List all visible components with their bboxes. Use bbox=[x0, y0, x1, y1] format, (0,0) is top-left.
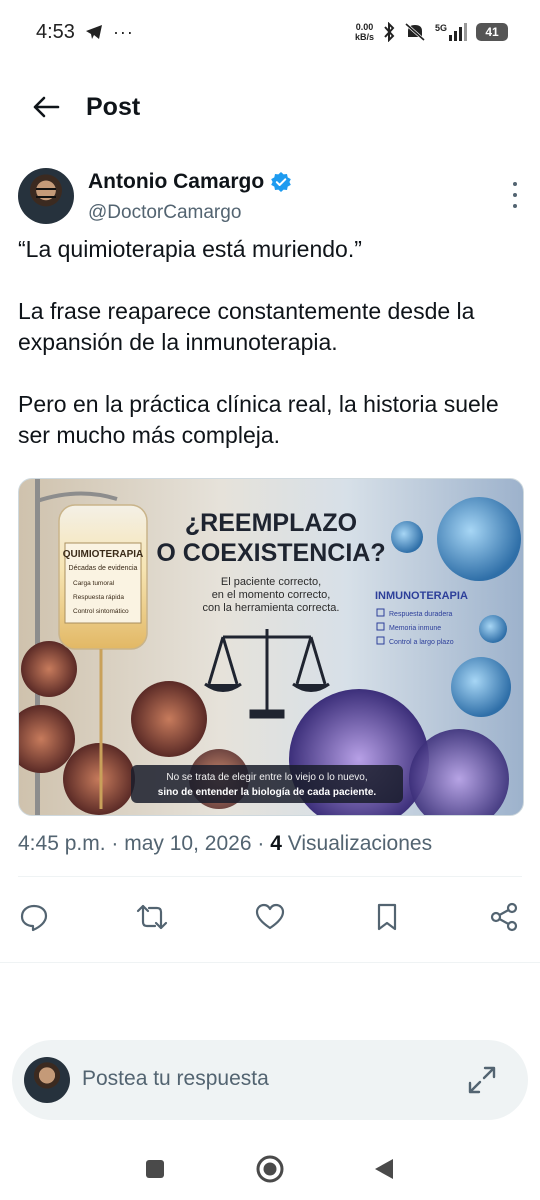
virus-particle bbox=[437, 497, 521, 581]
verified-badge-icon bbox=[271, 172, 291, 192]
left-item: Respuesta rápida bbox=[73, 594, 124, 601]
network-type: 5G bbox=[434, 23, 447, 33]
left-label: QUIMIOTERAPIA bbox=[63, 549, 144, 560]
image-subtitle-2: en el momento correcto, bbox=[212, 589, 331, 601]
status-right: 0.00 kB/s 5G 41 bbox=[355, 22, 508, 42]
post-actions bbox=[0, 892, 540, 942]
speed-unit: kB/s bbox=[354, 32, 374, 42]
battery-level: 41 bbox=[485, 25, 499, 39]
author-name-row[interactable]: Antonio Camargo bbox=[88, 170, 292, 194]
divider bbox=[0, 962, 540, 963]
more-dot bbox=[513, 193, 517, 197]
caption-line-2: sino de entender la biología de cada pac… bbox=[158, 787, 377, 798]
balance-scale bbox=[204, 629, 330, 719]
mute-icon bbox=[404, 22, 425, 42]
heart-icon bbox=[255, 903, 285, 930]
post-image[interactable]: QUIMIOTERAPIA Décadas de evidencia Carga… bbox=[18, 478, 524, 816]
infographic: QUIMIOTERAPIA Décadas de evidencia Carga… bbox=[19, 479, 521, 815]
views-label[interactable]: Visualizaciones bbox=[288, 832, 432, 855]
telegram-icon bbox=[85, 25, 102, 39]
triangle-back-icon bbox=[375, 1159, 393, 1179]
home-button[interactable] bbox=[255, 1154, 285, 1184]
reply-button[interactable] bbox=[14, 892, 54, 942]
check-box bbox=[376, 608, 385, 617]
views-count[interactable]: 4 bbox=[270, 832, 282, 855]
repost-icon bbox=[136, 904, 168, 930]
tumor-cell bbox=[63, 743, 135, 815]
reply-icon bbox=[20, 904, 48, 932]
tumor-cell bbox=[19, 705, 75, 773]
back-button[interactable] bbox=[26, 87, 66, 127]
status-bar: 4:53 ··· 0.00 kB/s 5G 41 bbox=[0, 0, 540, 64]
battery-icon: 41 bbox=[476, 23, 508, 41]
square-icon bbox=[146, 1160, 164, 1178]
post-paragraph-3: Pero en la práctica clínica real, la his… bbox=[18, 391, 499, 448]
author-name[interactable]: Antonio Camargo bbox=[88, 170, 264, 194]
left-sub: Décadas de evidencia bbox=[69, 565, 138, 572]
status-time: 4:53 bbox=[36, 20, 75, 43]
post-meta: 4:45 p.m. · may 10, 2026 · 4 Visualizaci… bbox=[18, 832, 432, 856]
reply-avatar bbox=[24, 1057, 70, 1103]
right-item: Respuesta duradera bbox=[389, 611, 453, 618]
recents-button[interactable] bbox=[140, 1154, 170, 1184]
signal-group: 5G bbox=[435, 23, 467, 41]
more-options-button[interactable] bbox=[508, 182, 522, 208]
share-icon bbox=[490, 902, 518, 932]
reply-input[interactable]: Postea tu respuesta bbox=[82, 1067, 269, 1091]
more-dot bbox=[513, 182, 517, 186]
image-title-line-2: O COEXISTENCIA? bbox=[156, 539, 385, 567]
signal-icon bbox=[449, 23, 467, 41]
virus-particle bbox=[479, 615, 507, 643]
reply-composer[interactable]: Postea tu respuesta bbox=[12, 1040, 528, 1120]
expand-icon bbox=[468, 1066, 496, 1094]
meta-separator: · bbox=[257, 832, 265, 855]
author-row: Antonio Camargo @DoctorCamargo bbox=[18, 168, 526, 228]
arrow-left-icon bbox=[33, 96, 60, 118]
author-handle[interactable]: @DoctorCamargo bbox=[88, 202, 241, 224]
more-notifications-icon: ··· bbox=[112, 21, 134, 42]
like-button[interactable] bbox=[250, 892, 290, 942]
repost-button[interactable] bbox=[132, 892, 172, 942]
expand-composer-button[interactable] bbox=[466, 1064, 498, 1096]
check-box bbox=[376, 622, 385, 631]
post-header: Post bbox=[0, 78, 540, 136]
post-time[interactable]: 4:45 p.m. bbox=[18, 832, 106, 855]
left-item: Control sintomático bbox=[73, 608, 129, 615]
caption-line-1: No se trata de elegir entre lo viejo o l… bbox=[166, 772, 367, 783]
divider bbox=[18, 876, 522, 877]
image-subtitle-1: El paciente correcto, bbox=[221, 576, 321, 588]
tumor-cell bbox=[21, 641, 77, 697]
system-nav-bar bbox=[0, 1140, 540, 1200]
page-title: Post bbox=[86, 92, 141, 121]
speed-value: 0.00 bbox=[355, 22, 374, 32]
status-left: 4:53 ··· bbox=[36, 21, 134, 44]
bookmark-icon bbox=[377, 903, 397, 931]
post-paragraph-2: La frase reaparece constantemente desde … bbox=[18, 298, 475, 355]
system-back-button[interactable] bbox=[369, 1154, 399, 1184]
network-speed: 0.00 kB/s bbox=[355, 22, 374, 42]
home-circle-icon bbox=[256, 1155, 284, 1183]
post-paragraph-1: “La quimioterapia está muriendo.” bbox=[18, 236, 362, 262]
bookmark-button[interactable] bbox=[367, 892, 407, 942]
post-date[interactable]: may 10, 2026 bbox=[124, 832, 251, 855]
share-button[interactable] bbox=[484, 892, 524, 942]
tumor-cell bbox=[131, 681, 207, 757]
meta-separator: · bbox=[111, 832, 119, 855]
virus-particle bbox=[451, 657, 511, 717]
right-item: Control a largo plazo bbox=[389, 639, 454, 646]
more-dot bbox=[513, 204, 517, 208]
avatar[interactable] bbox=[18, 168, 74, 224]
virus-particle bbox=[391, 521, 423, 553]
iv-hook bbox=[36, 491, 118, 503]
right-label: INMUNOTERAPIA bbox=[375, 590, 468, 602]
post-text: “La quimioterapia está muriendo.” La fra… bbox=[18, 234, 523, 482]
left-item: Carga tumoral bbox=[73, 580, 115, 587]
bluetooth-icon bbox=[384, 22, 395, 42]
image-subtitle-3: con la herramienta correcta. bbox=[203, 602, 340, 614]
check-box bbox=[376, 636, 385, 645]
image-title-line-1: ¿REEMPLAZO bbox=[185, 509, 357, 537]
right-item: Memoria inmune bbox=[389, 625, 441, 632]
